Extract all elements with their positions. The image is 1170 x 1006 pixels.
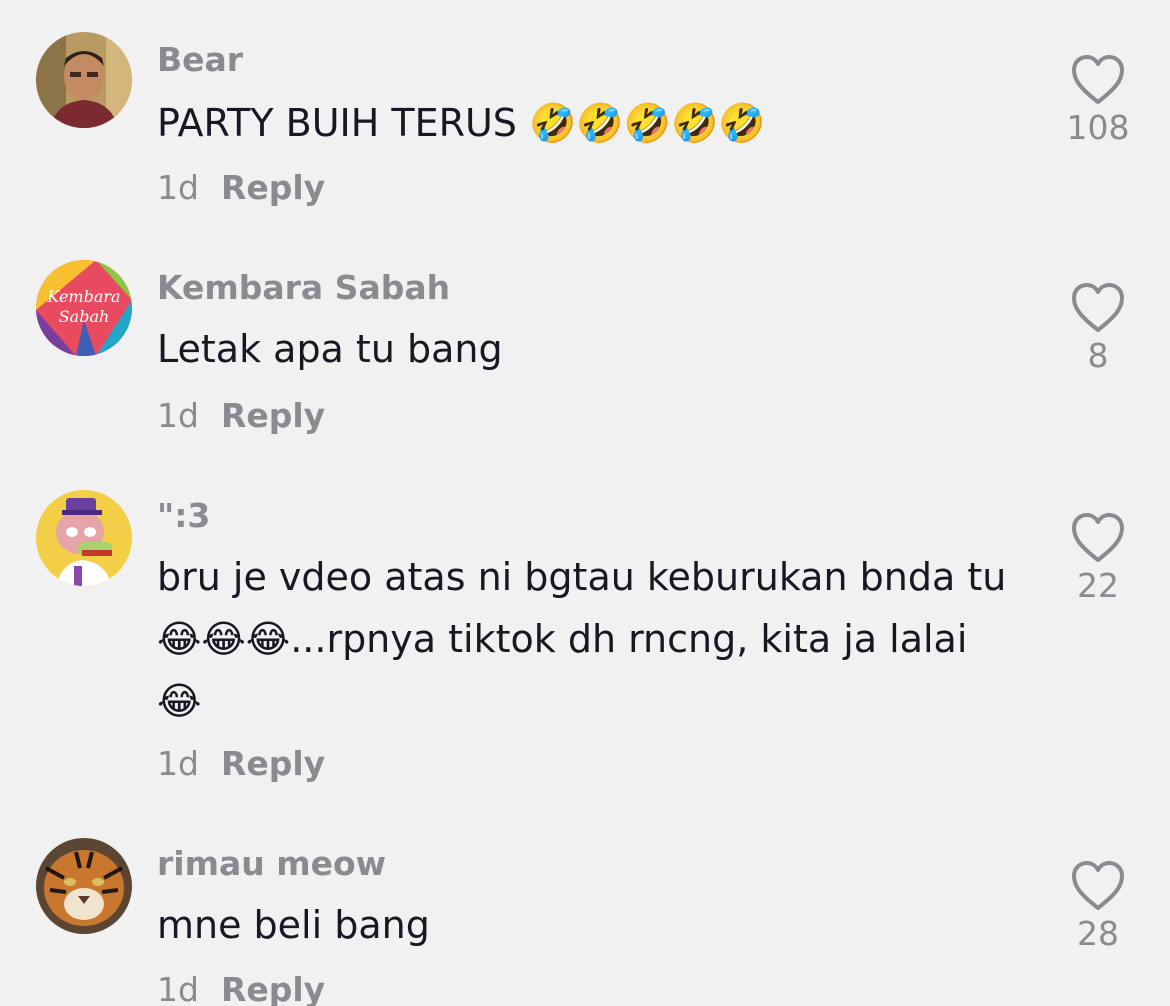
comment-list: Bear PARTY BUIH TERUS 🤣🤣🤣🤣🤣 1d Reply 108 …: [0, 0, 1170, 1006]
avatar[interactable]: Kembara Sabah: [36, 260, 132, 356]
like-count: 22: [1077, 566, 1119, 605]
reply-button[interactable]: Reply: [221, 168, 325, 207]
comment-item: Bear PARTY BUIH TERUS 🤣🤣🤣🤣🤣 1d Reply 108: [0, 0, 1170, 230]
like-button[interactable]: 22: [1060, 512, 1136, 605]
comment-username[interactable]: ":3: [157, 496, 210, 535]
comment-username[interactable]: rimau meow: [157, 844, 386, 883]
reply-button[interactable]: Reply: [221, 970, 325, 1006]
comment-item: rimau meow mne beli bang 1d Reply 28: [0, 820, 1170, 1006]
comment-meta: 1d Reply: [157, 396, 325, 435]
comment-item: Kembara Sabah Kembara Sabah Letak apa tu…: [0, 230, 1170, 460]
comment-text: PARTY BUIH TERUS 🤣🤣🤣🤣🤣: [157, 101, 766, 145]
heart-outline-icon: [1072, 861, 1124, 910]
comment-meta: 1d Reply: [157, 168, 325, 207]
avatar[interactable]: [36, 32, 132, 128]
comment-username[interactable]: Bear: [157, 40, 243, 79]
comment-text: Letak apa tu bang: [157, 327, 503, 371]
comment-time: 1d: [157, 744, 199, 783]
heart-outline-icon: [1072, 513, 1124, 562]
comment-time: 1d: [157, 396, 199, 435]
avatar[interactable]: [36, 490, 132, 586]
like-count: 28: [1077, 914, 1119, 953]
like-button[interactable]: 8: [1060, 282, 1136, 375]
comment-time: 1d: [157, 168, 199, 207]
avatar[interactable]: [36, 838, 132, 934]
like-button[interactable]: 108: [1060, 54, 1136, 147]
like-button[interactable]: 28: [1060, 860, 1136, 953]
comment-time: 1d: [157, 970, 199, 1006]
comment-text: mne beli bang: [157, 903, 430, 947]
like-count: 108: [1066, 108, 1130, 147]
like-count: 8: [1087, 336, 1109, 375]
reply-button[interactable]: Reply: [221, 744, 325, 783]
avatar-logo-text: Sabah: [59, 307, 110, 326]
reply-button[interactable]: Reply: [221, 396, 325, 435]
avatar-logo-text: Kembara: [46, 287, 120, 306]
heart-outline-icon: [1072, 55, 1124, 104]
comment-text: bru je vdeo atas ni bgtau keburukan bnda…: [157, 555, 1019, 723]
comment-meta: 1d Reply: [157, 744, 325, 783]
heart-outline-icon: [1072, 283, 1124, 332]
comment-meta: 1d Reply: [157, 970, 325, 1006]
comment-item: ":3 bru je vdeo atas ni bgtau keburukan …: [0, 460, 1170, 820]
comment-username[interactable]: Kembara Sabah: [157, 268, 450, 307]
